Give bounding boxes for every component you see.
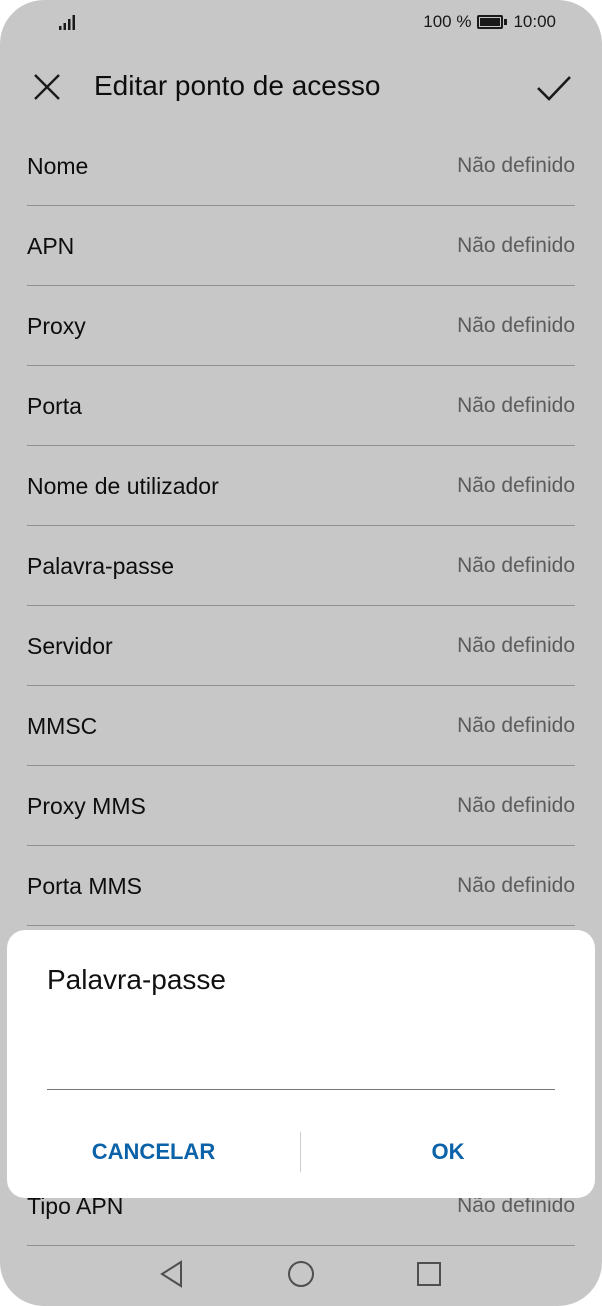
- dialog-title: Palavra-passe: [47, 964, 226, 995]
- dialog-actions: CANCELAR OK: [7, 1130, 595, 1174]
- password-input[interactable]: [47, 1030, 555, 1090]
- phone-frame: 100 % 10:00 Editar ponto de acesso Nome …: [0, 0, 602, 1306]
- ok-button[interactable]: OK: [301, 1130, 595, 1174]
- cancel-button[interactable]: CANCELAR: [7, 1130, 300, 1174]
- password-dialog: Palavra-passe CANCELAR OK: [7, 930, 595, 1198]
